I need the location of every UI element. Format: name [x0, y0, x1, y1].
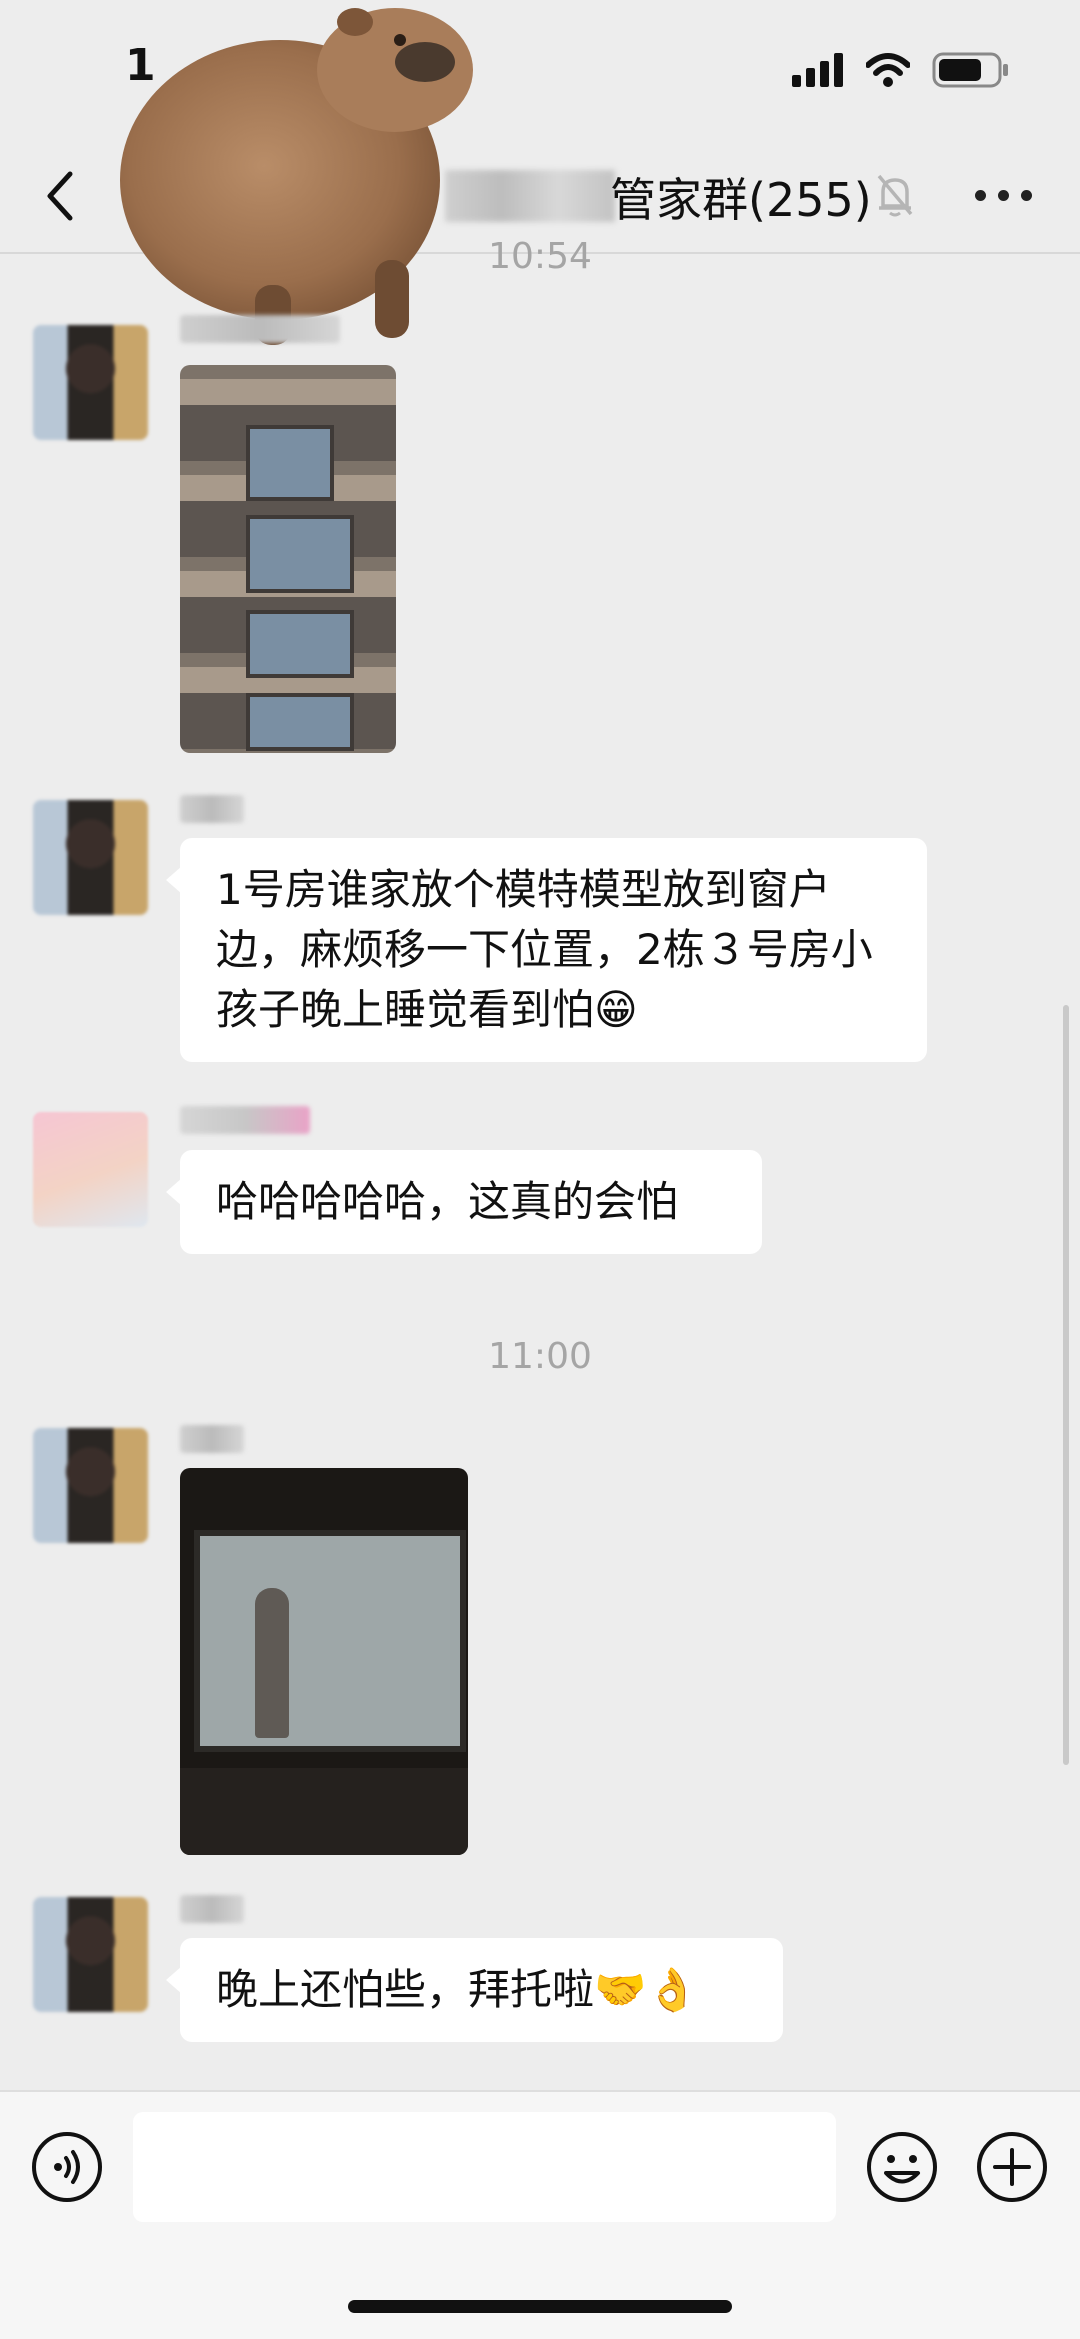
- page-title: 管家群(255): [610, 173, 872, 227]
- mannequin-silhouette: [255, 1588, 289, 1738]
- avatar[interactable]: [33, 1112, 148, 1227]
- voice-icon[interactable]: [30, 2130, 104, 2204]
- timestamp: 11:00: [488, 1336, 592, 1377]
- night-window-photo[interactable]: [180, 1468, 468, 1855]
- message-bubble[interactable]: 晚上还怕些，拜托啦🤝👌: [166, 1938, 783, 2042]
- timestamp: 10:54: [488, 236, 592, 277]
- emoji-icon[interactable]: [865, 2130, 939, 2204]
- building-photo[interactable]: [180, 365, 396, 753]
- sender-name: [180, 1425, 244, 1453]
- avatar[interactable]: [33, 325, 148, 440]
- cellular-signal-icon: [792, 53, 843, 87]
- plus-icon[interactable]: [975, 2130, 1049, 2204]
- home-indicator[interactable]: [348, 2300, 732, 2313]
- message-input[interactable]: [133, 2112, 836, 2222]
- chevron-left-icon[interactable]: [40, 168, 80, 224]
- sender-name: [180, 315, 340, 343]
- capybara-sticker: [120, 8, 473, 345]
- avatar[interactable]: [33, 1897, 148, 2012]
- avatar[interactable]: [33, 1428, 148, 1543]
- sender-name: [180, 795, 244, 823]
- message-bubble[interactable]: 哈哈哈哈哈，这真的会怕: [166, 1150, 762, 1254]
- battery-icon: [932, 52, 1008, 88]
- bell-muted-icon: [877, 174, 913, 217]
- status-icons: [792, 52, 1010, 88]
- wifi-icon: [866, 53, 910, 87]
- avatar[interactable]: [33, 800, 148, 915]
- sender-name: [180, 1106, 310, 1134]
- message-bubble[interactable]: 1号房谁家放个模特模型放到窗户边，麻烦移一下位置，2栋３号房小孩子晚上睡觉看到怕…: [166, 838, 927, 1062]
- scrollbar[interactable]: [1063, 1005, 1069, 1765]
- more-dots-icon[interactable]: [975, 190, 1032, 201]
- sender-name: [180, 1895, 244, 1923]
